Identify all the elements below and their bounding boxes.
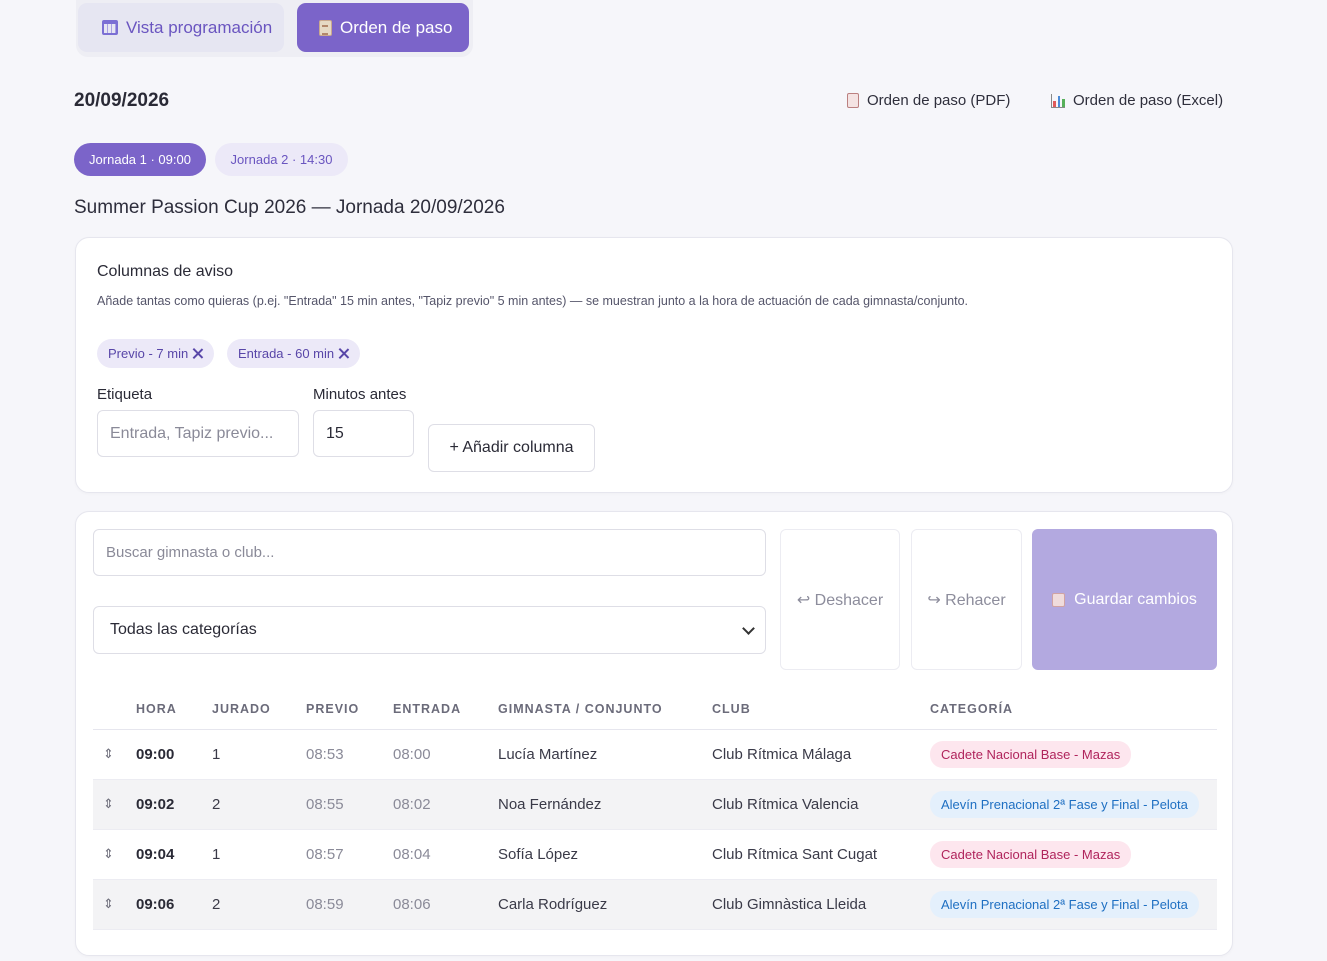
view-tabs: Vista programación Orden de paso [76,0,473,57]
cell-jurado: 2 [212,879,306,930]
tab-schedule-label: Vista programación [126,17,273,37]
column-header: ENTRADA [393,689,498,730]
pdf-icon [847,93,859,108]
column-header: CATEGORÍA [930,689,1217,730]
drag-handle-icon[interactable]: ⇕ [93,829,136,880]
cell-gimnasta: Sofía López [498,829,712,880]
close-icon[interactable] [338,348,349,359]
undo-button[interactable]: ↩ Deshacer [780,529,900,670]
cell-gimnasta: Noa Fernández [498,779,712,830]
jornada-pill-1[interactable]: Jornada 1 · 09:00 [74,143,206,176]
drag-column-header [93,689,136,730]
cell-hora: 09:04 [136,829,212,880]
jornada-pill-2[interactable]: Jornada 2 · 14:30 [215,143,348,176]
cell-entrada: 08:06 [393,879,498,930]
redo-button[interactable]: ↪ Rehacer [911,529,1022,670]
cell-previo: 08:59 [306,879,393,930]
drag-handle-icon[interactable]: ⇕ [93,779,136,830]
column-header: JURADO [212,689,306,730]
cell-categoria: Cadete Nacional Base - Mazas [930,829,1217,880]
export-excel-button[interactable]: Orden de paso (Excel) [1051,92,1223,109]
chevron-down-icon [742,622,755,635]
close-icon[interactable] [192,348,203,359]
warning-columns-title: Columnas de aviso [97,263,234,280]
cell-categoria: Cadete Nacional Base - Mazas [930,729,1217,780]
bar-chart-icon [1051,93,1066,108]
clipboard-icon [319,19,332,36]
cell-previo: 08:53 [306,729,393,780]
column-header: CLUB [712,689,930,730]
warning-chip: Entrada - 60 min [227,339,361,368]
cell-previo: 08:57 [306,829,393,880]
category-select[interactable]: Todas las categorías [93,606,766,654]
calendar-icon [102,20,118,35]
running-order-card: Todas las categorías ↩ Deshacer ↪ Rehace… [75,511,1233,956]
cell-hora: 09:02 [136,779,212,830]
page: Vista programación Orden de paso 20/09/2… [0,0,1327,961]
table-row[interactable]: ⇕ 09:00 1 08:53 08:00 Lucía Martínez Clu… [93,729,1217,780]
cell-club: Club Rítmica Sant Cugat [712,829,930,880]
save-button-label: Guardar cambios [1074,590,1197,608]
warning-chip-label: Previo - 7 min [108,346,189,361]
add-column-button[interactable]: + Añadir columna [428,424,595,472]
tab-running-order-label: Orden de paso [340,17,453,37]
warning-chip-label: Entrada - 60 min [238,346,335,361]
save-button[interactable]: Guardar cambios [1032,529,1217,670]
floppy-disk-icon [1052,592,1066,607]
running-order-table: HORA JURADO PREVIO ENTRADA GIMNASTA / CO… [93,689,1217,930]
warning-columns-card: Columnas de aviso Añade tantas como quie… [75,237,1233,493]
search-input[interactable] [93,529,766,576]
cell-categoria: Alevín Prenacional 2ª Fase y Final - Pel… [930,779,1217,830]
page-date-title: 20/09/2026 [74,90,170,111]
table-row[interactable]: ⇕ 09:06 2 08:59 08:06 Carla Rodríguez Cl… [93,879,1217,930]
tab-schedule-view[interactable]: Vista programación [78,3,284,52]
label-field-label: Etiqueta [97,386,153,403]
category-badge: Cadete Nacional Base - Mazas [930,740,1132,768]
cell-categoria: Alevín Prenacional 2ª Fase y Final - Pel… [930,879,1217,930]
category-badge: Alevín Prenacional 2ª Fase y Final - Pel… [930,790,1199,818]
drag-handle-icon[interactable]: ⇕ [93,729,136,780]
label-input[interactable] [97,410,299,457]
cell-jurado: 1 [212,829,306,880]
drag-handle-icon[interactable]: ⇕ [93,879,136,930]
export-excel-label: Orden de paso (Excel) [1073,92,1224,109]
export-pdf-label: Orden de paso (PDF) [867,92,1011,109]
category-badge: Cadete Nacional Base - Mazas [930,840,1132,868]
table-row[interactable]: ⇕ 09:02 2 08:55 08:02 Noa Fernández Club… [93,779,1217,830]
cell-previo: 08:55 [306,779,393,830]
export-pdf-button[interactable]: Orden de paso (PDF) [847,92,1010,109]
cell-entrada: 08:00 [393,729,498,780]
warning-columns-description: Añade tantas como quieras (p.ej. "Entrad… [97,294,969,308]
column-header: PREVIO [306,689,393,730]
cell-club: Club Rítmica Valencia [712,779,930,830]
category-badge: Alevín Prenacional 2ª Fase y Final - Pel… [930,890,1199,918]
warning-chip: Previo - 7 min [97,339,215,368]
table-header-row: HORA JURADO PREVIO ENTRADA GIMNASTA / CO… [93,689,1217,730]
cell-jurado: 2 [212,779,306,830]
column-header: HORA [136,689,212,730]
cell-club: Club Rítmica Málaga [712,729,930,780]
cell-gimnasta: Carla Rodríguez [498,879,712,930]
tab-running-order[interactable]: Orden de paso [297,3,469,52]
cell-club: Club Gimnàstica Lleida [712,879,930,930]
cell-entrada: 08:04 [393,829,498,880]
cell-gimnasta: Lucía Martínez [498,729,712,780]
cell-hora: 09:00 [136,729,212,780]
event-title: Summer Passion Cup 2026 — Jornada 20/09/… [74,197,505,218]
cell-hora: 09:06 [136,879,212,930]
minutes-field-label: Minutos antes [313,386,407,403]
column-header: GIMNASTA / CONJUNTO [498,689,712,730]
table-row[interactable]: ⇕ 09:04 1 08:57 08:04 Sofía López Club R… [93,829,1217,880]
cell-entrada: 08:02 [393,779,498,830]
category-select-value: Todas las categorías [110,621,257,638]
minutes-input[interactable] [313,410,414,457]
cell-jurado: 1 [212,729,306,780]
